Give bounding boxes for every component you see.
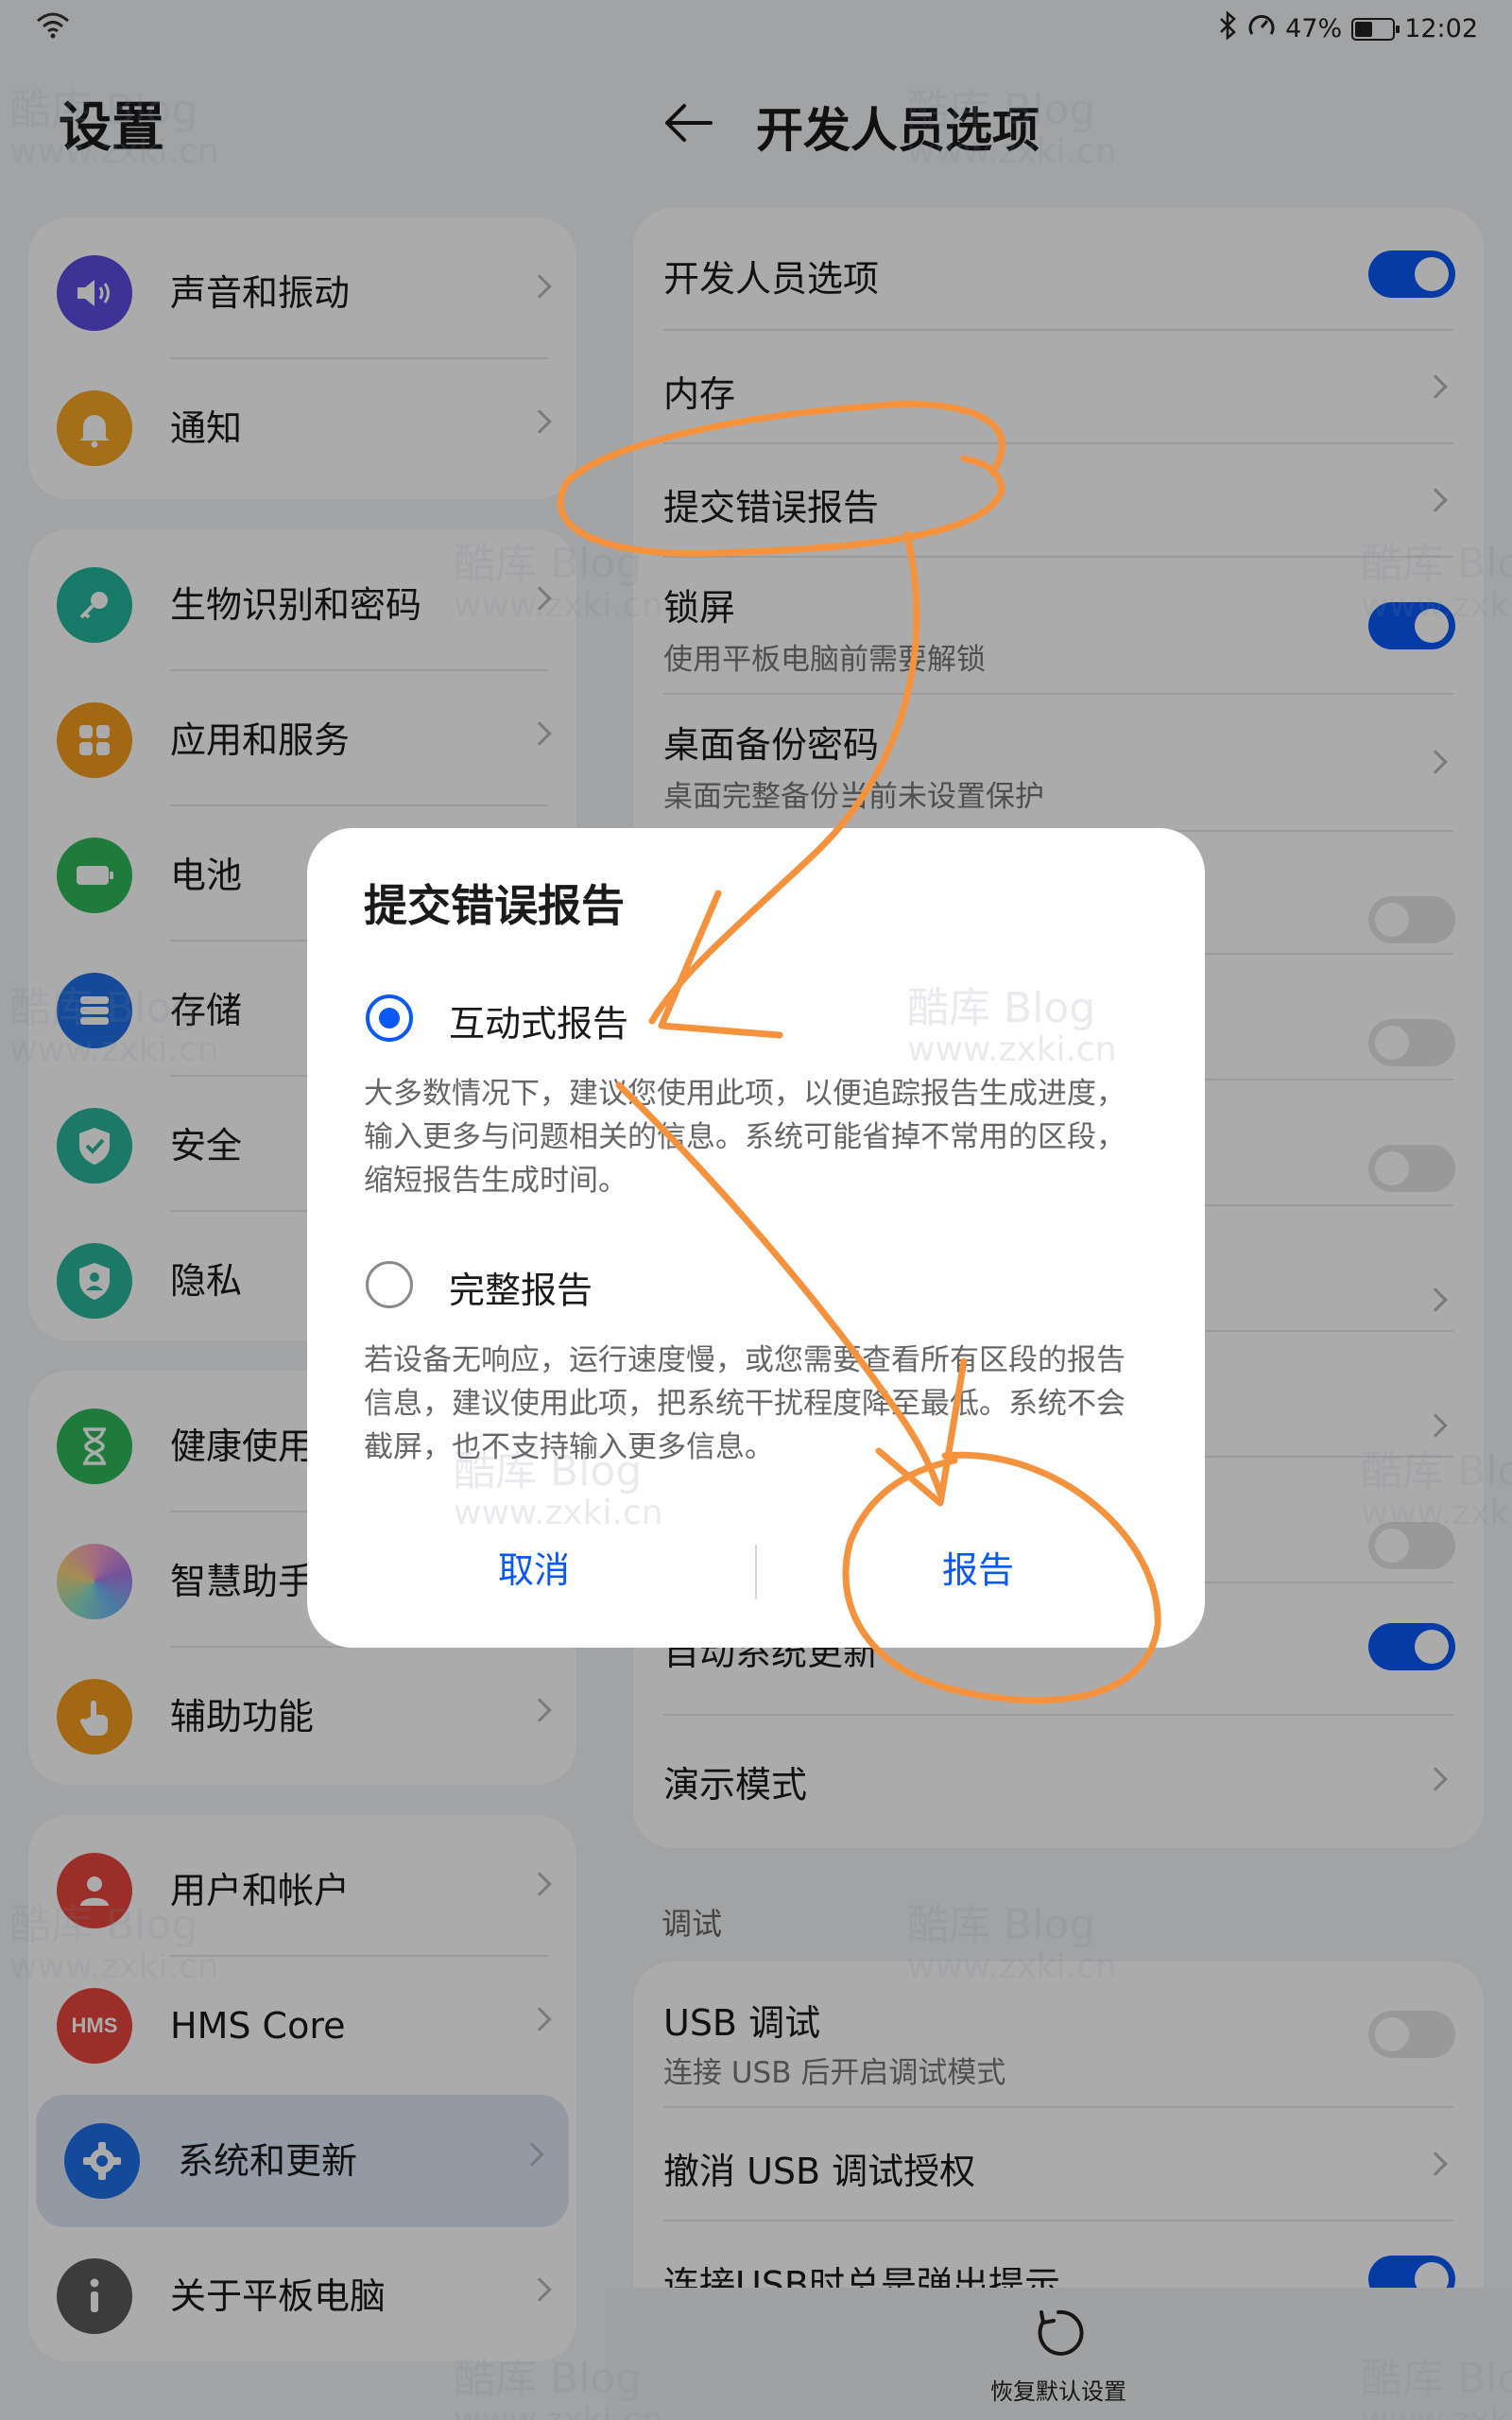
annotation-overlay [557,401,1161,1704]
annotation-circle-report [842,1451,1161,1704]
annotation-arrow-to-report [615,1081,944,1497]
annotation-circle-menu [557,401,1006,558]
annotation-arrow-head-2 [875,1357,968,1507]
annotation-arrow-head-1 [658,890,783,1039]
